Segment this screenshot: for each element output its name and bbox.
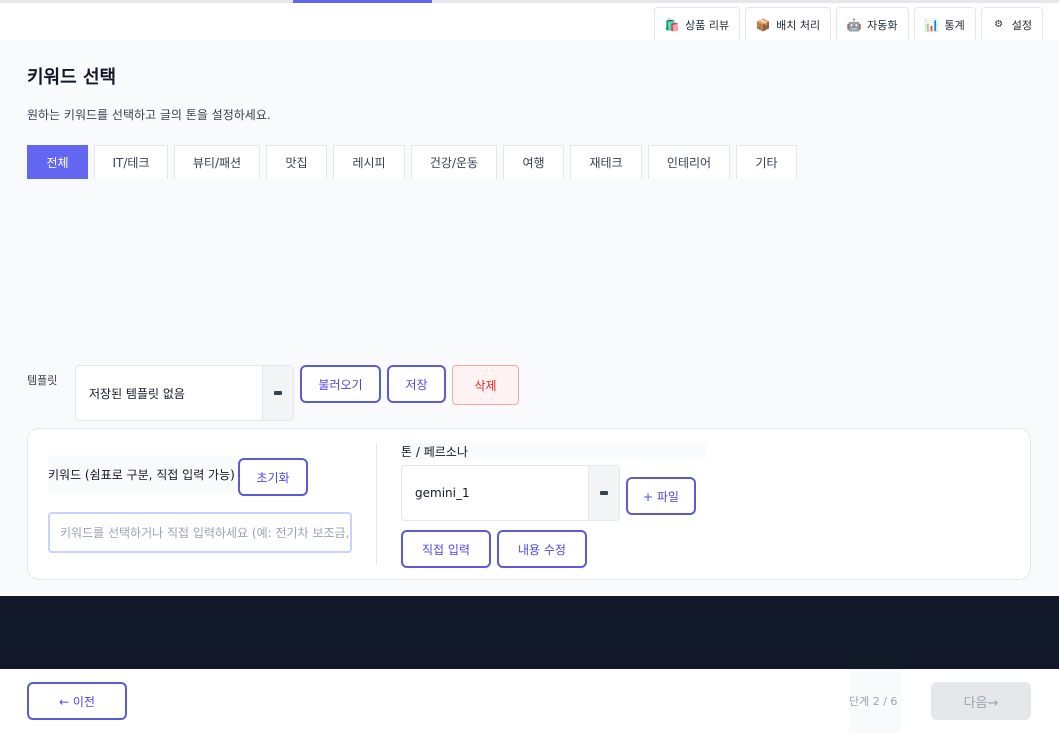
category-tab-recipe[interactable]: 레시피: [333, 145, 405, 179]
gear-icon: ⚙: [994, 19, 1004, 30]
category-tab-food[interactable]: 맛집: [266, 145, 327, 179]
tone-select[interactable]: gemini_1: [401, 465, 620, 521]
dark-band: [0, 596, 1059, 669]
category-tab-beauty[interactable]: 뷰티/패션: [174, 145, 260, 179]
page-title: 키워드 선택: [27, 67, 117, 88]
tab-label: 설정: [1011, 18, 1032, 32]
robot-icon: 🤖: [846, 17, 862, 32]
shopping-bags-icon: 🛍️: [664, 17, 680, 32]
top-tab-bar: 🛍️ 상품 리뷰 📦 배치 처리 🤖 자동화 📊 통계 ⚙ 설정: [654, 7, 1043, 41]
bar-chart-icon: 📊: [924, 17, 939, 32]
category-tab-finance[interactable]: 재테크: [570, 145, 642, 179]
edit-content-button[interactable]: 내용 수정: [497, 530, 587, 568]
category-tab-all[interactable]: 전체: [27, 145, 88, 179]
tab-product-review[interactable]: 🛍️ 상품 리뷰: [654, 7, 741, 41]
template-select[interactable]: 저장된 템플릿 없음: [75, 365, 294, 421]
save-template-button[interactable]: 저장: [387, 365, 446, 403]
dropdown-bar-icon: [274, 391, 282, 395]
tab-label: 통계: [944, 18, 965, 32]
keywords-label: 키워드 (쉼표로 구분, 직접 입력 가능): [48, 455, 235, 493]
category-tab-etc[interactable]: 기타: [736, 145, 797, 179]
load-template-button[interactable]: 불러오기: [300, 365, 381, 403]
card-divider: [376, 443, 377, 565]
next-button[interactable]: 다음→: [931, 682, 1031, 720]
dropdown-bar-icon: [600, 491, 608, 495]
category-tab-health[interactable]: 건강/운동: [411, 145, 497, 179]
step-indicator: 단계 2 / 6: [849, 695, 898, 708]
category-tab-interior[interactable]: 인테리어: [648, 145, 730, 179]
package-icon: 📦: [755, 17, 771, 32]
tone-label: 톤 / 페르소나: [401, 443, 706, 459]
tab-batch-process[interactable]: 📦 배치 처리: [745, 7, 832, 41]
category-tabs: 전체 IT/테크 뷰티/패션 맛집 레시피 건강/운동 여행 재테크 인테리어 …: [27, 145, 797, 179]
category-tab-travel[interactable]: 여행: [503, 145, 564, 179]
delete-template-button[interactable]: 삭제: [452, 365, 519, 405]
add-file-button[interactable]: + 파일: [626, 477, 696, 515]
prev-button[interactable]: ← 이전: [27, 682, 127, 720]
tab-statistics[interactable]: 📊 통계: [913, 7, 976, 41]
reset-button[interactable]: 초기화: [238, 458, 308, 496]
keywords-input[interactable]: 키워드를 선택하거나 직접 입력하세요 (예: 전기차 보조금, 제주도 여행): [48, 512, 352, 553]
tab-label: 배치 처리: [776, 18, 821, 32]
template-select-value: 저장된 템플릿 없음: [89, 386, 185, 401]
tab-automation[interactable]: 🤖 자동화: [836, 7, 909, 41]
dropdown-toggle[interactable]: [262, 366, 293, 420]
category-tab-it[interactable]: IT/테크: [94, 145, 168, 179]
tab-settings[interactable]: ⚙ 설정: [980, 7, 1043, 41]
page-subtitle: 원하는 키워드를 선택하고 글의 톤을 설정하세요.: [27, 108, 271, 122]
template-label: 템플릿: [27, 374, 58, 387]
tab-label: 자동화: [867, 18, 898, 32]
direct-input-button[interactable]: 직접 입력: [401, 530, 491, 568]
tone-select-value: gemini_1: [415, 486, 470, 500]
tab-label: 상품 리뷰: [685, 18, 730, 32]
dropdown-toggle[interactable]: [588, 466, 619, 520]
